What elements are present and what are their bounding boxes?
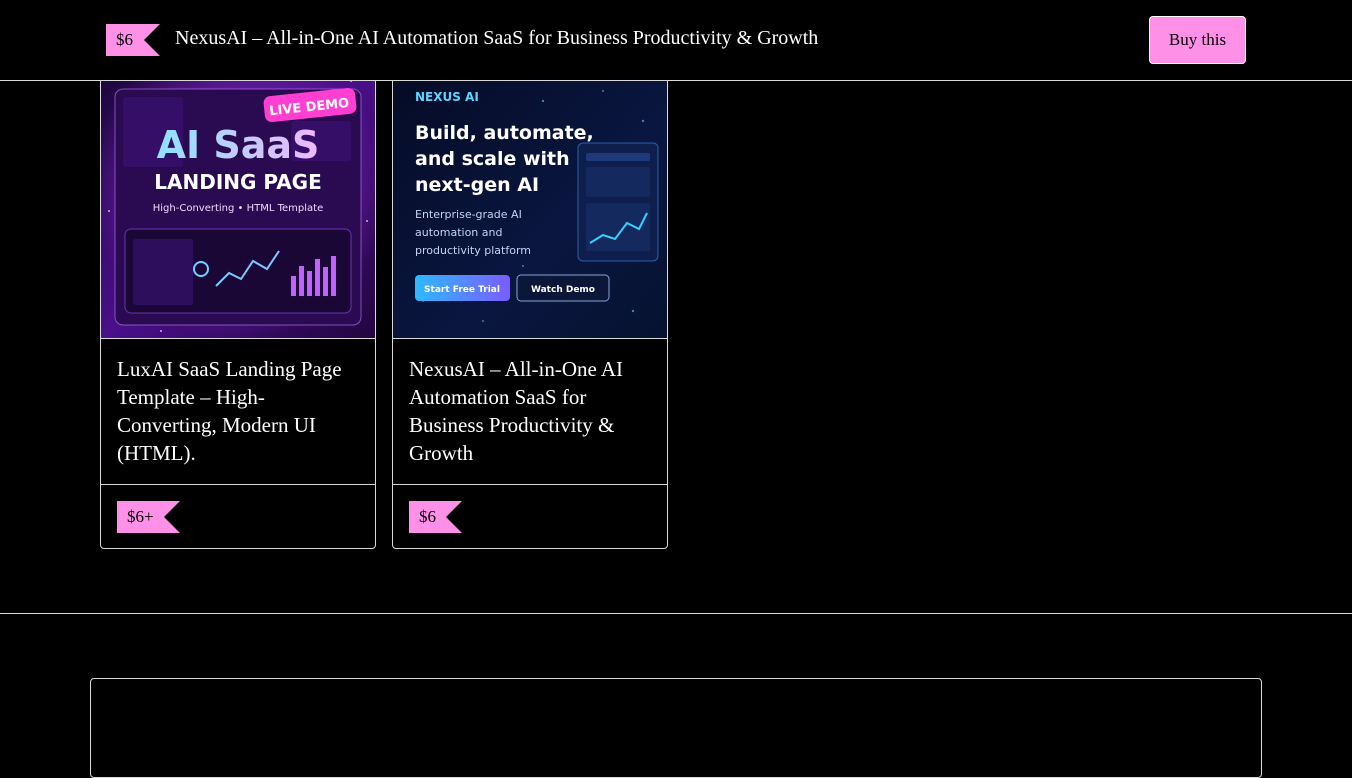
section-divider: [0, 613, 1352, 614]
product-price-text: $6+: [127, 507, 154, 526]
landing-page-subheadline: LANDING PAGE: [154, 170, 322, 194]
product-footer-luxai: $6+: [101, 484, 375, 549]
watch-demo-graphic: Watch Demo: [516, 274, 610, 302]
product-card-luxai[interactable]: LIVE DEMO AI SaaS LANDING PAGE High-Conv…: [100, 60, 376, 549]
product-price-badge-nexusai: $6: [409, 501, 462, 533]
product-price-text: $6: [419, 507, 436, 526]
svg-text:productivity platform: productivity platform: [415, 244, 531, 257]
svg-text:and scale with: and scale with: [415, 148, 570, 170]
svg-text:Enterprise-grade AI: Enterprise-grade AI: [415, 208, 522, 221]
product-card-nexusai[interactable]: NEXUS AI Build, automate, and scale with…: [392, 60, 668, 549]
ai-saas-headline: AI SaaS: [157, 123, 320, 167]
start-free-trial-graphic: Start Free Trial: [415, 275, 510, 301]
nexus-brand-label: NEXUS AI: [415, 90, 479, 104]
product-price-badge-luxai: $6+: [117, 501, 180, 533]
nexusai-thumbnail-art: NEXUS AI Build, automate, and scale with…: [393, 61, 667, 338]
dashboard-mockup: [577, 142, 659, 262]
product-footer-nexusai: $6: [393, 484, 667, 549]
header-price-text: $6: [116, 30, 133, 49]
svg-text:Start Free Trial: Start Free Trial: [424, 285, 500, 295]
product-thumbnail-luxai[interactable]: LIVE DEMO AI SaaS LANDING PAGE High-Conv…: [101, 61, 375, 339]
buy-this-button[interactable]: Buy this: [1149, 16, 1246, 64]
sticky-product-header: $6 NexusAI – All-in-One AI Automation Sa…: [0, 0, 1352, 81]
svg-text:Build, automate,: Build, automate,: [415, 122, 594, 144]
header-product-title: NexusAI – All-in-One AI Automation SaaS …: [175, 27, 819, 49]
product-thumbnail-nexusai[interactable]: NEXUS AI Build, automate, and scale with…: [393, 61, 667, 339]
thumbnail-caption: High-Converting • HTML Template: [153, 203, 324, 214]
luxai-thumbnail-art: LIVE DEMO AI SaaS LANDING PAGE High-Conv…: [101, 61, 375, 338]
bottom-content-panel: [90, 678, 1262, 778]
svg-text:next-gen AI: next-gen AI: [415, 174, 539, 196]
header-price-badge: $6: [106, 24, 160, 56]
product-title-luxai[interactable]: LuxAI SaaS Landing Page Template – High-…: [117, 355, 361, 467]
product-title-nexusai[interactable]: NexusAI – All-in-One AI Automation SaaS …: [409, 355, 653, 467]
svg-text:Watch Demo: Watch Demo: [531, 285, 595, 295]
svg-text:automation and: automation and: [415, 226, 502, 239]
